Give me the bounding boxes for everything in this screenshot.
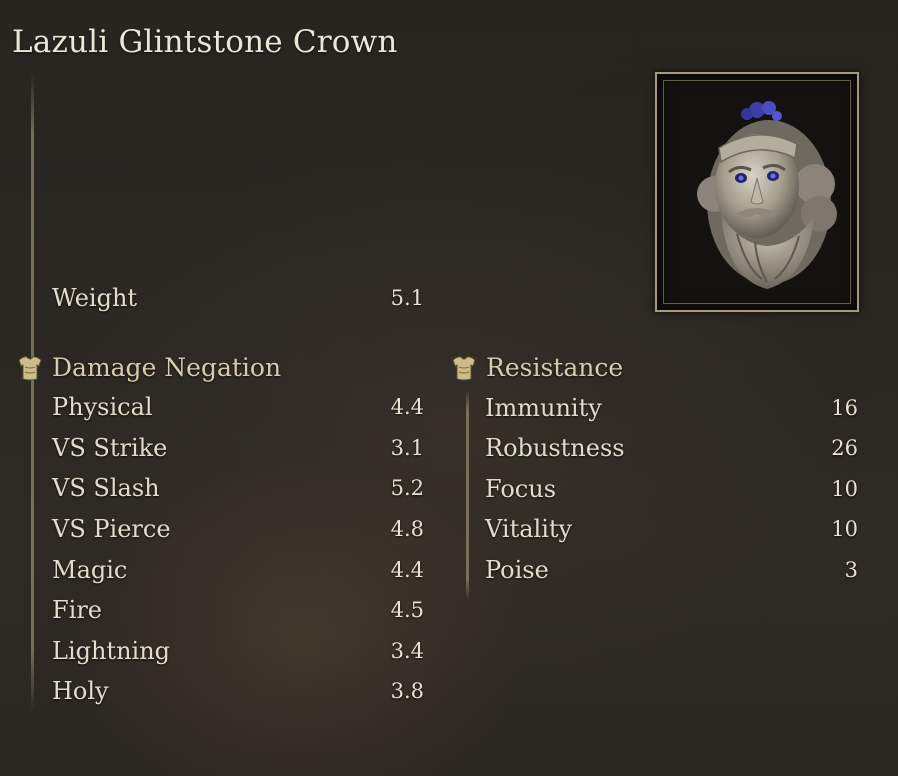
stat-value: 3.4: [390, 639, 424, 663]
stat-value: 5.2: [390, 476, 424, 500]
stat-label: Focus: [485, 475, 557, 503]
stat-value: 16: [831, 396, 858, 420]
stat-label: Poise: [485, 556, 549, 584]
item-title: Lazuli Glintstone Crown: [12, 24, 398, 60]
stat-value: 3.8: [390, 679, 424, 703]
stat-label: Holy: [52, 677, 109, 705]
right-divider: [466, 390, 469, 600]
stat-label: VS Strike: [52, 434, 168, 462]
stat-value: 3: [844, 558, 858, 582]
damage-negation-row: Physical 4.4: [52, 390, 424, 424]
resistance-row: Robustness 26: [485, 431, 858, 465]
damage-negation-title: Damage Negation: [52, 353, 282, 382]
damage-negation-row: Fire 4.5: [52, 593, 424, 627]
stat-label: Lightning: [52, 637, 171, 665]
damage-negation-row: Magic 4.4: [52, 553, 424, 587]
weight-value: 5.1: [390, 286, 424, 310]
damage-negation-row: VS Strike 3.1: [52, 431, 424, 465]
resistance-row: Vitality 10: [485, 512, 858, 546]
resistance-row: Immunity 16: [485, 391, 858, 425]
resistance-row: Focus 10: [485, 472, 858, 506]
stat-value: 26: [831, 436, 858, 460]
stat-value: 4.8: [390, 517, 424, 541]
armor-icon: [18, 356, 42, 381]
stat-label: Immunity: [485, 394, 602, 422]
stat-value: 4.4: [390, 558, 424, 582]
stat-value: 3.1: [390, 436, 424, 460]
stat-value: 4.4: [390, 395, 424, 419]
lazuli-glintstone-crown-icon: [697, 101, 837, 289]
stat-label: VS Slash: [52, 474, 160, 502]
stat-value: 10: [831, 477, 858, 501]
stat-label: Magic: [52, 556, 128, 584]
stat-value: 10: [831, 517, 858, 541]
damage-negation-row: VS Pierce 4.8: [52, 512, 424, 546]
stat-label: Vitality: [485, 515, 573, 543]
resistance-title: Resistance: [486, 353, 624, 382]
stat-label: Physical: [52, 393, 153, 421]
damage-negation-row: Lightning 3.4: [52, 634, 424, 668]
stat-value: 4.5: [390, 598, 424, 622]
resistance-row: Poise 3: [485, 553, 858, 587]
damage-negation-row: VS Slash 5.2: [52, 471, 424, 505]
stat-label: VS Pierce: [52, 515, 171, 543]
weight-label: Weight: [52, 284, 138, 312]
damage-negation-row: Holy 3.8: [52, 674, 424, 708]
stat-label: Fire: [52, 596, 103, 624]
item-portrait-frame: [655, 72, 859, 312]
weight-row: Weight 5.1: [52, 281, 424, 315]
armor-icon: [452, 356, 476, 381]
left-divider: [31, 72, 34, 712]
stat-label: Robustness: [485, 434, 625, 462]
